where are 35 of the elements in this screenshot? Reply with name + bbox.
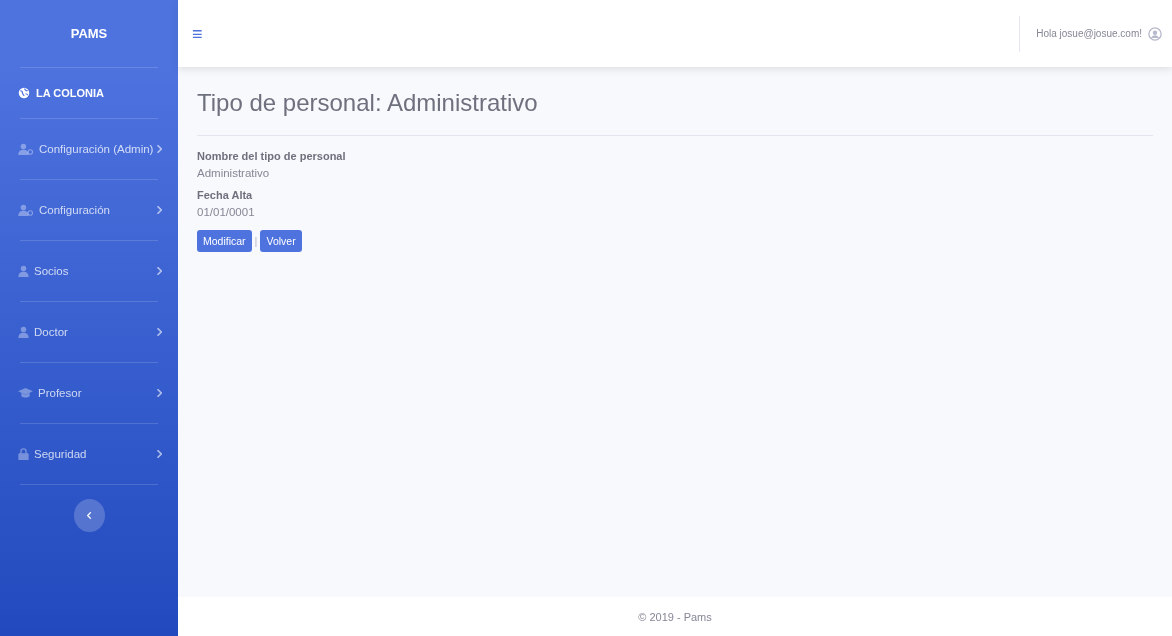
user-gear-icon <box>18 143 34 155</box>
user-avatar-icon[interactable] <box>1148 26 1162 41</box>
sidebar-item[interactable]: Configuración <box>14 180 164 240</box>
field-value: Administrativo <box>197 167 271 179</box>
user-gear-icon <box>18 204 34 216</box>
sidebar-item[interactable]: Doctor <box>14 302 164 362</box>
chevron-icon <box>156 267 162 275</box>
page-title: Tipo de personal: Administrativo <box>197 89 539 117</box>
lock-icon <box>18 448 29 460</box>
chevron-icon <box>156 450 162 458</box>
action-button[interactable]: Volver <box>260 230 302 252</box>
globe-icon <box>18 87 30 99</box>
brand-title: PAMS <box>69 25 109 43</box>
footer-text: © 2019 - Pams <box>178 597 1172 636</box>
sidebar-heading: LA COLONIA <box>36 87 105 99</box>
graduation-cap-icon <box>18 388 33 398</box>
chevron-icon <box>156 328 162 336</box>
action-button[interactable]: Modificar <box>197 230 252 252</box>
separator-text: | <box>254 235 258 247</box>
sidebar-item[interactable]: Configuración (Admin) <box>14 119 164 179</box>
chevron-icon <box>156 389 162 397</box>
chevron-left-icon <box>86 512 92 519</box>
sidebar-item[interactable]: Socios <box>14 241 164 301</box>
chevron-icon <box>156 206 162 214</box>
user-icon <box>18 326 29 338</box>
user-icon <box>18 265 29 277</box>
sidebar-item[interactable]: Seguridad <box>14 424 164 484</box>
sidebar-item[interactable]: Profesor <box>14 363 164 423</box>
chevron-icon <box>156 145 162 153</box>
menu-button[interactable]: ≡ <box>192 24 203 43</box>
greeting-text: Hola josue@josue.com! <box>1036 28 1142 39</box>
field-label: Nombre del tipo de personal <box>197 150 347 162</box>
sidebar-toggle-button[interactable] <box>73 499 105 532</box>
field-value: 01/01/0001 <box>197 206 256 218</box>
field-label: Fecha Alta <box>197 189 254 201</box>
